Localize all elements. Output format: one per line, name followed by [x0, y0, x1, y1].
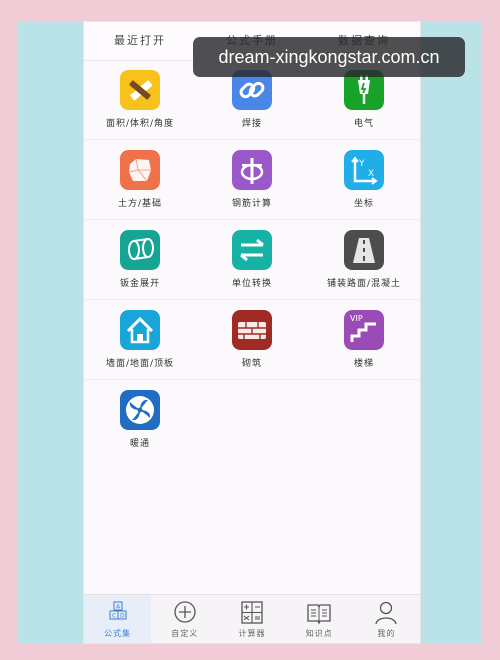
grid-row: 暖通	[84, 380, 420, 459]
formula-blocks-icon: ACD	[104, 599, 132, 627]
category-label: 墙面/地面/顶板	[105, 359, 175, 369]
road-icon	[344, 230, 384, 270]
swap-arrows-icon	[232, 230, 272, 270]
category-label: 钢筋计算	[231, 199, 272, 209]
category-label: 土方/基础	[117, 199, 163, 209]
category-earthwork-foundation[interactable]: 土方/基础	[84, 140, 196, 219]
nav-formula-set[interactable]: A C D 公式集	[84, 595, 152, 643]
category-label: 钣金展开	[119, 279, 160, 289]
bottom-nav: A C D 公式集 自定义 计算器 知识点 我的	[84, 594, 420, 643]
bricks-icon	[232, 310, 272, 350]
watermark: dream-xingkongstar.com.cn	[193, 37, 465, 77]
grid-row: 土方/基础 钢筋计算 Y X 坐标	[84, 140, 420, 220]
svg-text:D: D	[120, 613, 125, 620]
category-rebar-calc[interactable]: 钢筋计算	[196, 140, 308, 219]
stairs-icon: VIP	[344, 310, 384, 350]
category-label: 暖通	[129, 439, 150, 449]
category-sheet-metal[interactable]: 钣金展开	[84, 220, 196, 299]
category-label: 电气	[353, 119, 374, 129]
xy-axis-icon: Y X	[344, 150, 384, 190]
category-label: 焊接	[241, 119, 262, 129]
svg-text:A: A	[116, 604, 121, 611]
category-label: 砌筑	[241, 359, 262, 369]
category-stairs[interactable]: VIP 楼梯	[308, 300, 420, 379]
nav-knowledge[interactable]: 知识点	[286, 595, 353, 643]
category-paving-concrete[interactable]: 铺装路面/混凝土	[308, 220, 420, 299]
category-hvac[interactable]: 暖通	[84, 380, 196, 459]
nav-label: 自定义	[171, 629, 199, 638]
nav-mine[interactable]: 我的	[353, 595, 420, 643]
nav-label: 计算器	[238, 629, 266, 638]
svg-text:C: C	[112, 613, 116, 620]
tab-recent[interactable]: 最近打开	[84, 22, 196, 60]
calculator-icon	[238, 599, 266, 627]
ruler-pencil-icon	[120, 70, 160, 110]
svg-text:X: X	[368, 169, 374, 179]
app-screen: 最近打开 公式手册 数据查询 面积/体积/角度 焊接 电气 土方/基础 钢筋计算…	[84, 22, 420, 643]
category-area-volume-angle[interactable]: 面积/体积/角度	[84, 60, 196, 139]
fan-icon	[120, 390, 160, 430]
cylinder-icon	[120, 230, 160, 270]
grid-row: 钣金展开 单位转换 铺装路面/混凝土	[84, 220, 420, 300]
nav-label: 我的	[377, 629, 396, 638]
book-icon	[305, 599, 333, 627]
category-label: 铺装路面/混凝土	[326, 279, 402, 289]
house-icon	[120, 310, 160, 350]
nav-custom[interactable]: 自定义	[151, 595, 218, 643]
earth-block-icon	[120, 150, 160, 190]
nav-label: 公式集	[104, 629, 132, 638]
user-icon	[372, 599, 400, 627]
category-wall-floor-ceiling[interactable]: 墙面/地面/顶板	[84, 300, 196, 379]
plus-circle-icon	[171, 599, 199, 627]
category-label: 坐标	[353, 199, 374, 209]
category-label: 面积/体积/角度	[105, 119, 175, 129]
formula-category-grid: 面积/体积/角度 焊接 电气 土方/基础 钢筋计算 Y X 坐标 钣金展开 单位转	[84, 60, 420, 459]
category-unit-conversion[interactable]: 单位转换	[196, 220, 308, 299]
category-coordinates[interactable]: Y X 坐标	[308, 140, 420, 219]
grid-row: 墙面/地面/顶板 砌筑 VIP 楼梯	[84, 300, 420, 380]
category-masonry[interactable]: 砌筑	[196, 300, 308, 379]
svg-text:Y: Y	[358, 159, 365, 169]
nav-calculator[interactable]: 计算器	[218, 595, 285, 643]
category-label: 楼梯	[353, 359, 374, 369]
nav-label: 知识点	[305, 629, 333, 638]
category-label: 单位转换	[231, 279, 272, 289]
svg-text:VIP: VIP	[350, 314, 363, 323]
rebar-icon	[232, 150, 272, 190]
